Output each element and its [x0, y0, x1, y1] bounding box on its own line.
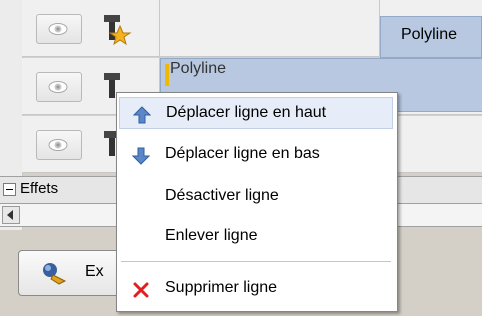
arrow-up-icon — [133, 106, 151, 124]
eye-icon — [48, 139, 68, 151]
menu-item-label: Déplacer ligne en haut — [166, 104, 327, 121]
visibility-toggle[interactable] — [36, 72, 82, 102]
menu-divider — [121, 261, 391, 262]
paint-brush-icon — [43, 263, 67, 285]
menu-item-label: Supprimer ligne — [165, 279, 278, 296]
red-x-icon — [133, 282, 149, 298]
menu-item-move-down[interactable]: Déplacer ligne en bas — [119, 139, 393, 171]
effects-label: Effets — [20, 180, 59, 197]
selected-cell-text: Polyline — [170, 60, 227, 77]
menu-item-delete[interactable]: Supprimer ligne — [119, 273, 393, 305]
column-separator — [159, 0, 160, 56]
menu-item-label: Désactiver ligne — [165, 187, 279, 204]
menu-item-remove[interactable]: Enlever ligne — [119, 221, 393, 253]
layer-row[interactable]: Polyline — [22, 0, 482, 58]
menu-item-disable[interactable]: Désactiver ligne — [119, 181, 393, 213]
layer-style-icon — [104, 15, 132, 46]
collapse-icon[interactable] — [3, 183, 16, 196]
type-cell-text: Polyline — [400, 26, 458, 43]
menu-item-label: Déplacer ligne en bas — [165, 145, 320, 162]
eye-icon — [48, 23, 68, 35]
export-button-label: Ex — [85, 263, 104, 280]
visibility-toggle[interactable] — [36, 14, 82, 44]
visibility-toggle[interactable] — [36, 130, 82, 160]
menu-item-move-up[interactable]: Déplacer ligne en haut — [119, 97, 393, 129]
scroll-left-arrow-icon[interactable] — [2, 206, 20, 224]
context-menu: Déplacer ligne en haut Déplacer ligne en… — [116, 92, 398, 312]
cell-cursor — [165, 64, 169, 86]
arrow-down-icon — [132, 147, 150, 165]
menu-item-label: Enlever ligne — [165, 227, 258, 244]
eye-icon — [48, 81, 68, 93]
